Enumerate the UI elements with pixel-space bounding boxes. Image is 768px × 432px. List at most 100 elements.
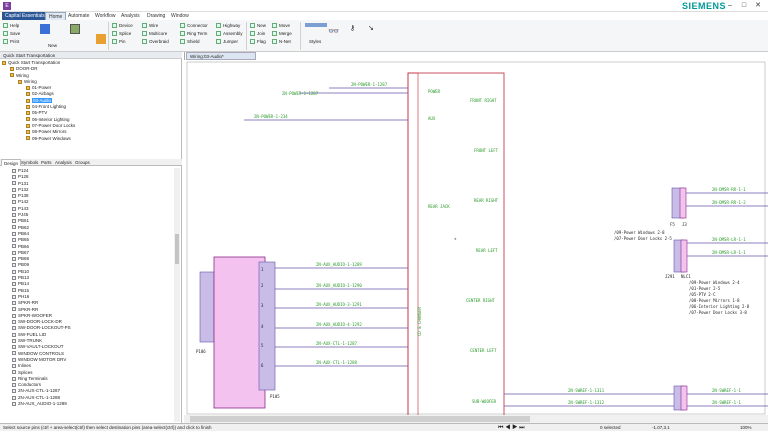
right-connector-body <box>680 385 688 411</box>
grid-icon[interactable] <box>70 24 80 34</box>
schematic-svg[interactable]: CD & CHANGER POWER AUX FRONT RIGHT FRONT… <box>184 60 768 423</box>
multicore-button[interactable]: Multicore <box>142 30 167 37</box>
list-item-label: SPKR-WOOFER <box>18 312 53 318</box>
device-icon <box>12 269 16 274</box>
key-icon[interactable]: ⚷ <box>350 24 358 32</box>
wire-button[interactable]: Wire <box>142 22 158 29</box>
new-sheet-button[interactable]: New <box>250 22 266 29</box>
menu-workflow[interactable]: Workflow <box>92 12 118 20</box>
connector-button[interactable]: Connector <box>180 22 208 29</box>
assembly-button[interactable]: Assembly <box>216 30 243 37</box>
folder-icon <box>26 98 30 103</box>
document-tab[interactable]: Wiring:03-Audio* <box>186 52 256 60</box>
list-item-label: PB09 <box>18 262 30 268</box>
n-net-button[interactable]: N-Net <box>272 38 291 45</box>
ring-term-icon <box>180 31 185 37</box>
styles-gallery-icon[interactable] <box>305 23 327 27</box>
tab-analysis[interactable]: Analysis <box>53 159 74 166</box>
device-icon <box>12 250 16 255</box>
print-button[interactable]: Print <box>3 38 19 45</box>
splice-button[interactable]: Splice <box>112 30 131 37</box>
note-label: /08-Power Mirrors 1-8 <box>689 298 740 303</box>
menu-bar: Capital Essentials Home Automate Workflo… <box>0 12 768 20</box>
connector-icon <box>180 23 185 29</box>
tree-item-label: Wiring <box>24 78 37 84</box>
menu-window[interactable]: Window <box>168 12 192 20</box>
tree-item-label: 04-Front Lighting <box>32 104 67 110</box>
list-item-label: SPKR-RR <box>18 306 39 312</box>
tree-item-label: 07-Power Door Locks <box>32 122 76 128</box>
device-icon <box>12 175 16 180</box>
list-item[interactable]: 2N-AUX_AUDIO-1-1289 <box>12 401 172 407</box>
app-icon: E <box>3 2 11 10</box>
minimize-icon[interactable]: – <box>724 1 736 11</box>
new-icon[interactable] <box>40 24 50 34</box>
radio-name: CD & CHANGER <box>417 307 422 336</box>
title-bar: E SIEMENS – □ ✕ <box>0 0 768 12</box>
menu-file[interactable]: Capital Essentials <box>2 12 48 20</box>
tree-item[interactable]: 09-Power Windows <box>2 136 172 142</box>
list-item-label: Splices <box>18 369 33 375</box>
ribbon: Help Save Print New Device Splice Pin Wi… <box>0 20 768 52</box>
device-icon <box>112 23 117 29</box>
tab-symbols[interactable]: Symbols <box>19 159 40 166</box>
connector-label: J3 <box>682 222 687 227</box>
folder-icon <box>26 117 30 122</box>
wire-label: 2N-DMSR-RR-1-2 <box>712 200 746 205</box>
scrollbar-thumb[interactable] <box>175 234 179 264</box>
device-icon <box>12 181 16 186</box>
list-item-label: P131 <box>18 180 29 186</box>
list-item-label: P142 <box>18 199 29 205</box>
list-item-label: 2N-AUX_AUDIO-1-1289 <box>18 400 67 406</box>
menu-automate[interactable]: Automate <box>65 12 92 20</box>
wire-label: 2N-SWREF-1-1 <box>712 388 741 393</box>
symbol-icon[interactable] <box>96 34 106 44</box>
wire-label: 2N-POWER-1-1287 <box>351 82 388 87</box>
overbraid-button[interactable]: Overbraid <box>142 38 169 45</box>
list-item-label: 2N-AUX-CTL-1-1287 <box>18 388 61 394</box>
move-button[interactable]: Move <box>272 22 290 29</box>
flag-button[interactable]: Flag <box>250 38 266 45</box>
arrow-icon[interactable]: ↘ <box>368 24 376 32</box>
list-item-label: SW-TRUNK <box>18 338 43 344</box>
scrollbar[interactable] <box>174 168 180 422</box>
list-item-label: P132 <box>18 186 29 192</box>
shield-button[interactable]: Shield <box>180 38 200 45</box>
tree-item-label: 05-PTV <box>32 110 48 116</box>
tree-item-label: 01-Power <box>32 85 52 91</box>
wire-label: 2N-POWER-1-1287 <box>282 91 319 96</box>
save-button[interactable]: Save <box>3 30 20 37</box>
ring-term-button[interactable]: Ring Term <box>180 30 207 37</box>
jumper-button[interactable]: Jumper <box>216 38 238 45</box>
project-pane-header: Quick Start Transportation <box>0 52 182 59</box>
list-item-label: P128 <box>18 174 29 180</box>
tree-item-label: DOOR-DR <box>16 66 38 72</box>
highway-button[interactable]: Highway <box>216 22 240 29</box>
device-icon <box>12 357 16 362</box>
device-icon <box>12 219 16 224</box>
tab-groups[interactable]: Groups <box>73 159 92 166</box>
styles-button[interactable]: Styles <box>309 38 321 45</box>
horizontal-scrollbar-thumb <box>190 416 530 422</box>
tab-design[interactable]: Design <box>1 159 22 166</box>
aux-left-label: P106 <box>196 349 206 354</box>
menu-home[interactable]: Home <box>45 12 67 20</box>
device-icon <box>12 401 16 406</box>
menu-analysis[interactable]: Analysis <box>118 12 143 20</box>
pin-button[interactable]: Pin <box>112 38 126 45</box>
help-button[interactable]: Help <box>3 22 19 29</box>
radio-pin-center-left: CENTER LEFT <box>470 348 497 353</box>
device-button[interactable]: Device <box>112 22 133 29</box>
merge-button[interactable]: Merge <box>272 30 292 37</box>
wire-icon <box>142 23 147 29</box>
close-icon[interactable]: ✕ <box>752 1 764 11</box>
list-item-label: 2N-AUX-CTL-1-1288 <box>18 394 61 400</box>
new-button[interactable]: New <box>48 42 57 49</box>
maximize-icon[interactable]: □ <box>738 1 750 11</box>
tree-item-label: 03-Audio <box>32 97 53 103</box>
menu-drawing[interactable]: Drawing <box>144 12 168 20</box>
binoculars-icon[interactable]: 👓 <box>328 26 339 36</box>
tab-parts[interactable]: Parts <box>39 159 54 166</box>
wire-label: 2N-AUX-CTL-1-1287 <box>316 341 358 346</box>
join-button[interactable]: Join <box>250 30 265 37</box>
